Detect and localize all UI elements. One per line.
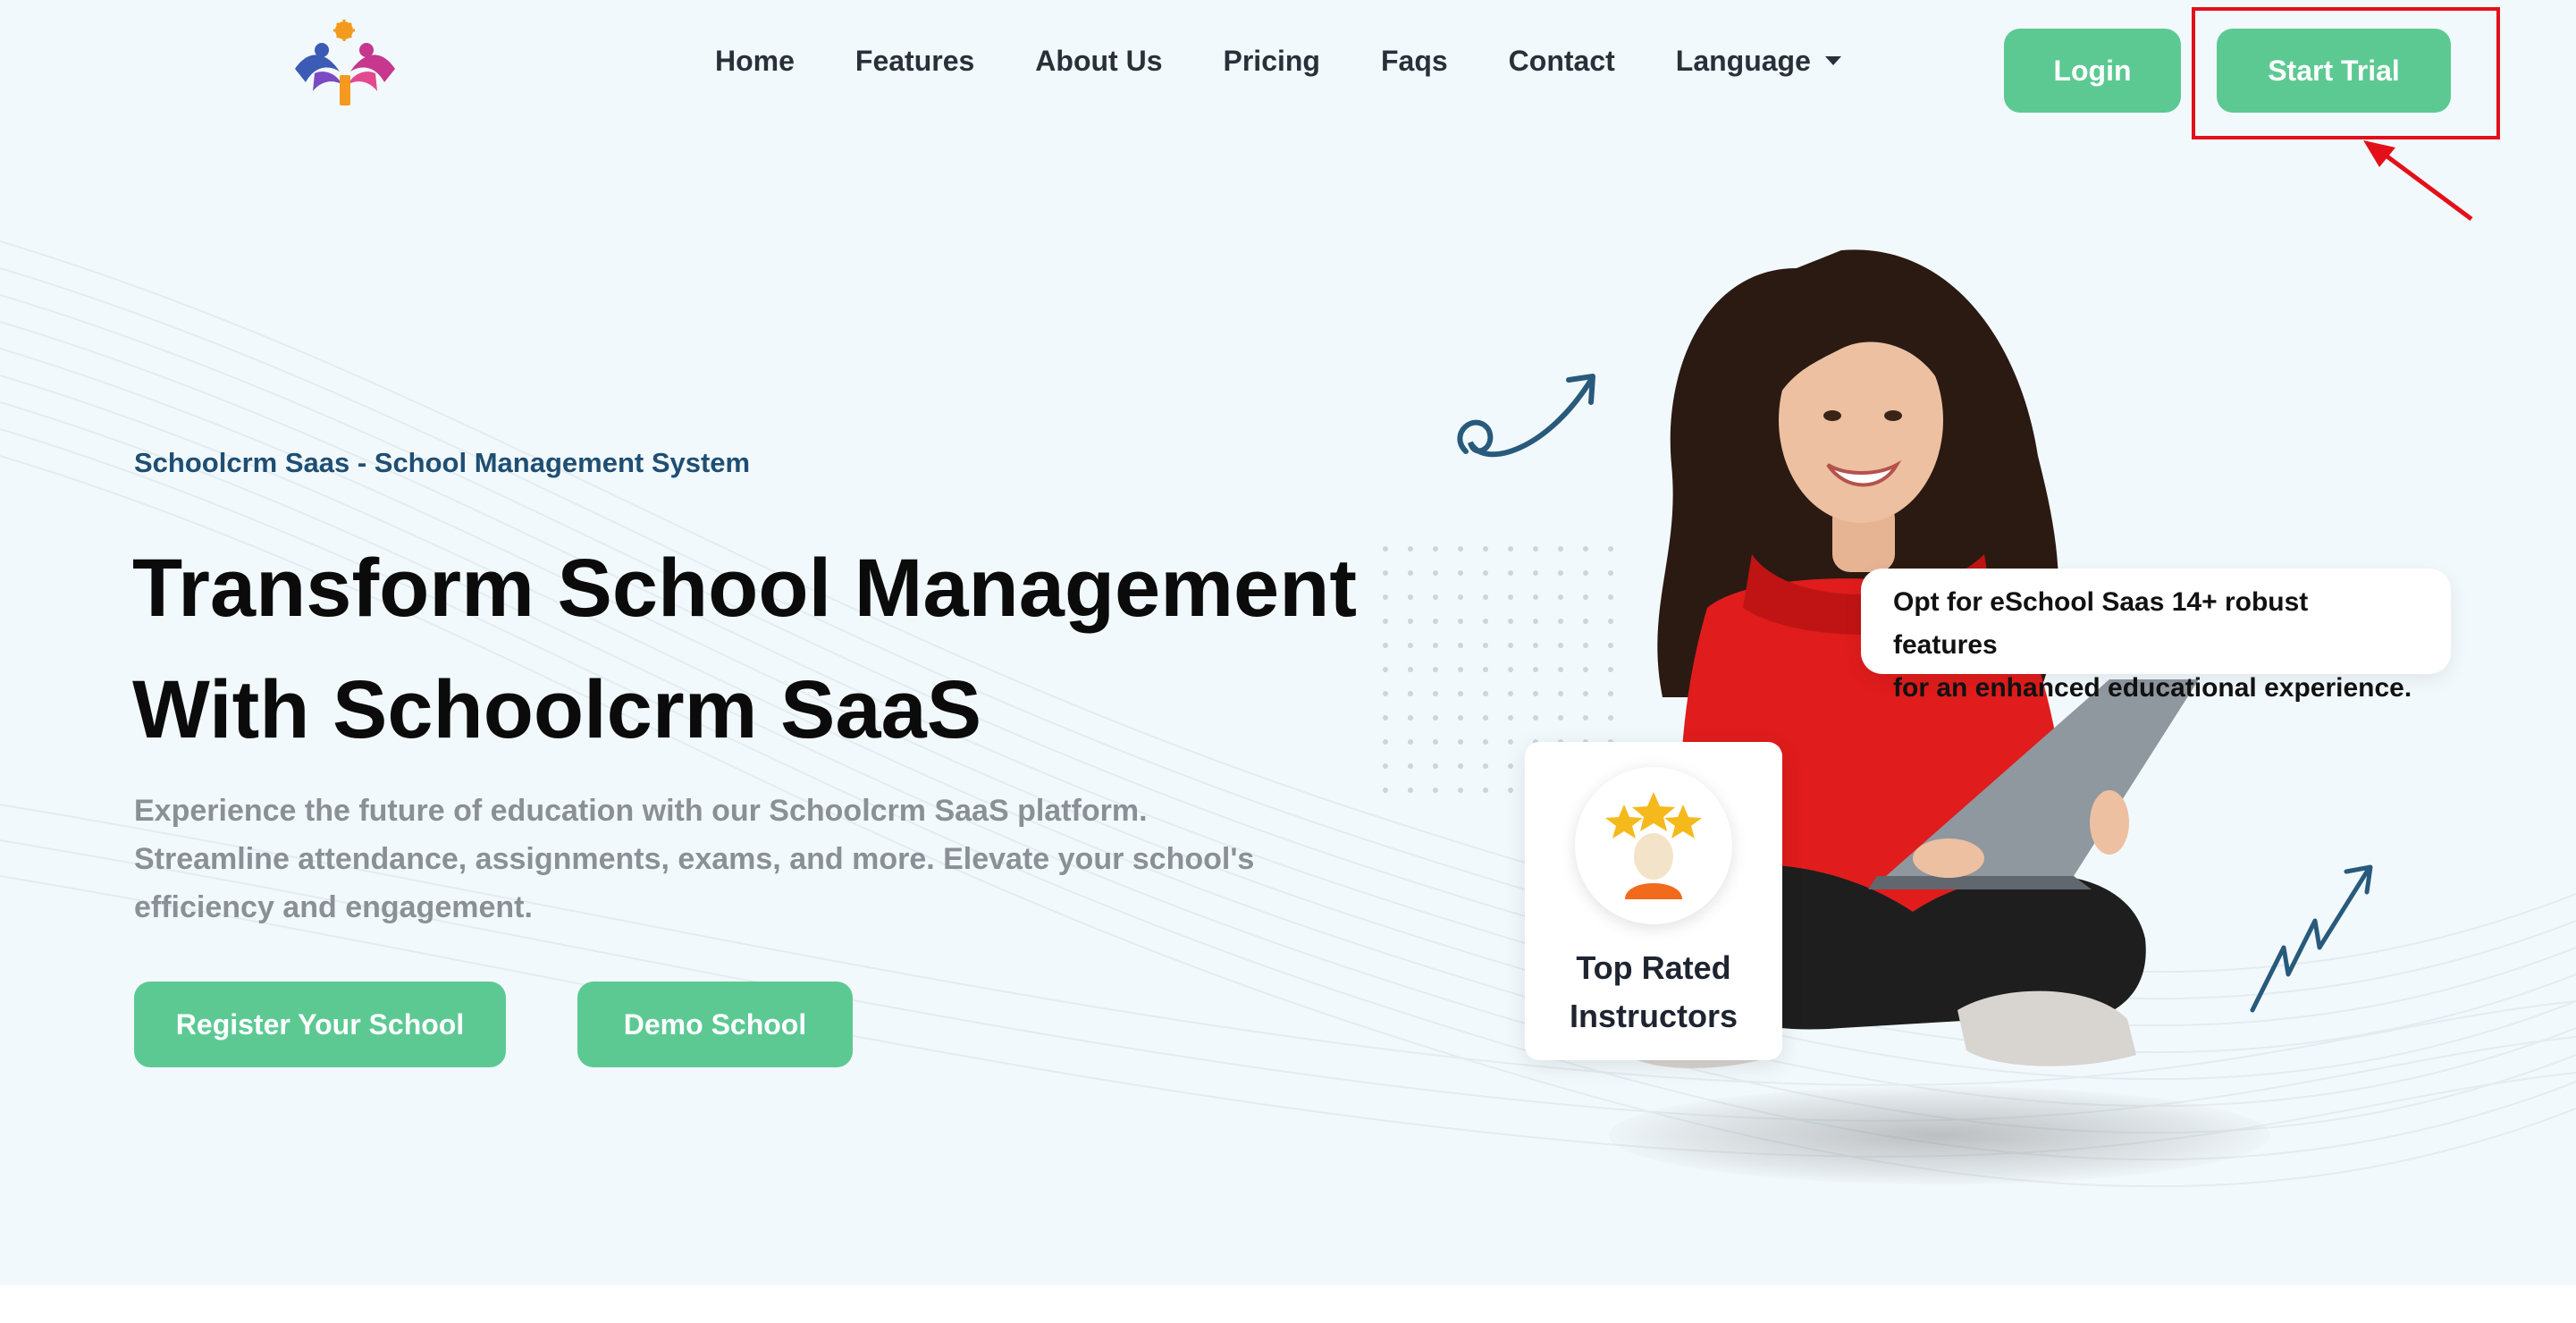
hero-headline: Transform School Management With Schoolc… [132,527,1366,771]
main-navigation: Home Features About Us Pricing Faqs Cont… [715,36,1841,86]
nav-about-us[interactable]: About Us [1035,45,1162,78]
nav-home[interactable]: Home [715,45,795,78]
annotation-arrow-icon [2363,140,2473,222]
hero-eyebrow: Schoolcrm Saas - School Management Syste… [134,447,751,478]
card-label: Top Rated Instructors [1525,944,1782,1041]
section-divider [0,1285,2576,1323]
callout-line-2: for an enhanced educational experience. [1893,673,2412,703]
demo-school-button[interactable]: Demo School [577,982,853,1067]
school-logo-icon[interactable] [288,20,404,109]
rated-instructor-icon [1605,792,1702,899]
nav-pricing[interactable]: Pricing [1224,45,1320,78]
callout-line-1: Opt for eSchool Saas 14+ robust features [1893,587,2309,660]
nav-faqs[interactable]: Faqs [1381,45,1448,78]
nav-contact[interactable]: Contact [1509,45,1615,78]
card-line-1: Top Rated [1576,949,1731,986]
caret-down-icon [1824,56,1841,65]
nav-features[interactable]: Features [855,45,974,78]
instructor-avatar [1575,767,1732,924]
register-school-button[interactable]: Register Your School [134,982,506,1067]
annotation-highlight-box [2192,7,2500,139]
login-button[interactable]: Login [2004,29,2181,113]
language-label: Language [1675,44,1811,77]
hero-description: Experience the future of education with … [134,794,1255,924]
zigzag-arrow-icon [2250,864,2373,1013]
headline-line-2: With Schoolcrm SaaS [132,664,982,755]
landing-page: Home Features About Us Pricing Faqs Cont… [0,0,2576,1323]
headline-line-1: Transform School Management [132,543,1358,634]
top-rated-instructors-card: Top Rated Instructors [1525,742,1782,1060]
card-line-2: Instructors [1569,998,1738,1034]
language-dropdown[interactable]: Language [1676,45,1841,78]
features-callout: Opt for eSchool Saas 14+ robust features… [1861,569,2451,703]
